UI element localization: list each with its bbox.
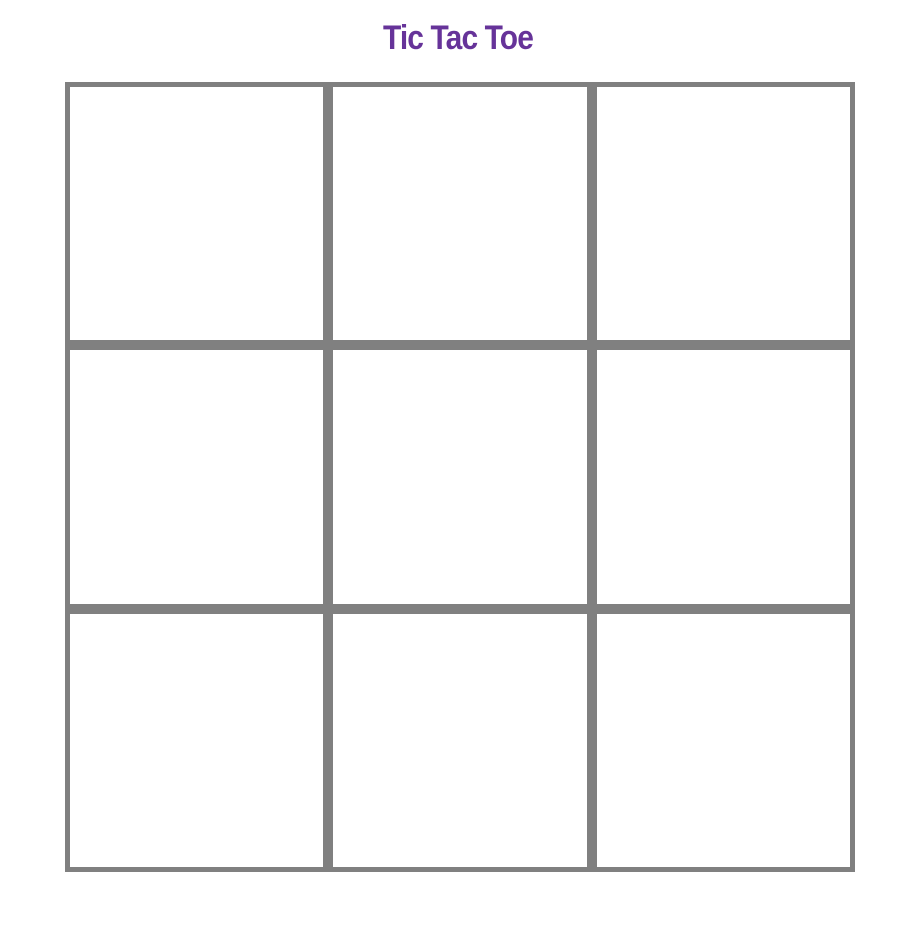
board-cell-6[interactable]: [591, 345, 855, 609]
board-cell-8[interactable]: [328, 608, 592, 872]
board-cell-5[interactable]: [328, 345, 592, 609]
board-cell-2[interactable]: [328, 82, 592, 346]
board-cell-4[interactable]: [65, 345, 329, 609]
board-cell-7[interactable]: [65, 608, 329, 872]
board-cell-1[interactable]: [65, 82, 329, 346]
game-board: [65, 82, 855, 872]
board-cell-9[interactable]: [591, 608, 855, 872]
board-cell-3[interactable]: [591, 82, 855, 346]
game-title: Tic Tac Toe: [383, 19, 534, 57]
